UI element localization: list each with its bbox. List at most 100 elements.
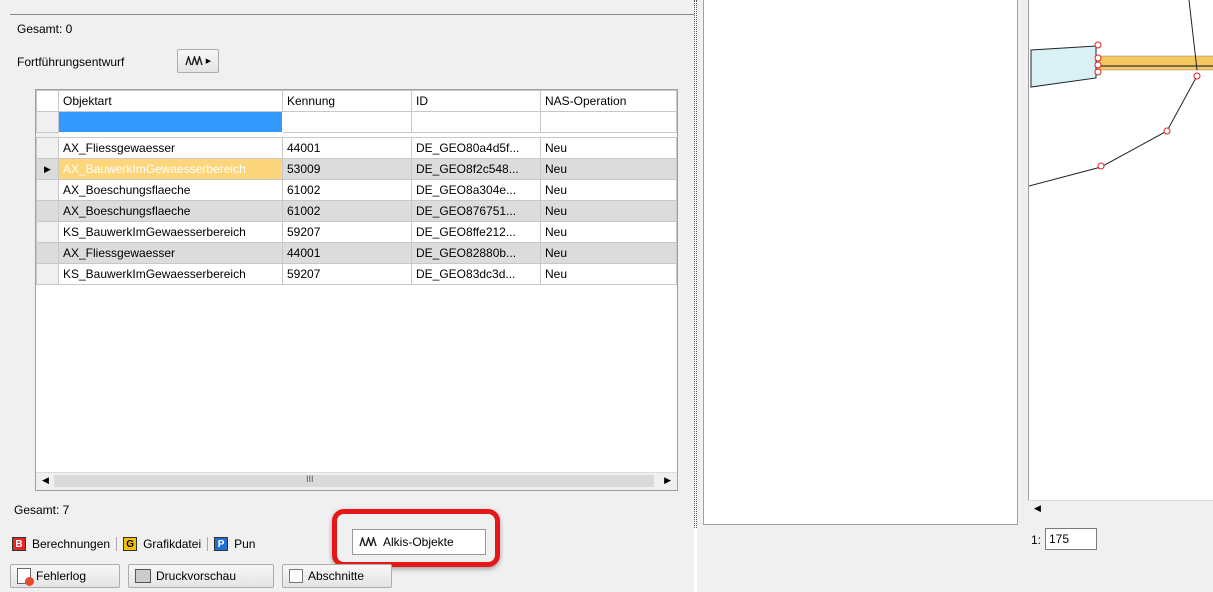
table-row[interactable]: AX_Fliessgewaesser 44001 DE_GEO80a4d5f..… xyxy=(36,137,677,159)
tab-label: Alkis-Objekte xyxy=(383,535,454,549)
cell-id[interactable]: DE_GEO82880b... xyxy=(411,242,541,264)
table-row[interactable]: AX_Fliessgewaesser 44001 DE_GEO82880b...… xyxy=(36,242,677,264)
berechnungen-icon: B xyxy=(12,537,26,551)
scale-prefix: 1: xyxy=(1031,533,1042,547)
water-area xyxy=(1030,45,1097,88)
column-header-id[interactable]: ID xyxy=(411,90,541,112)
row-header[interactable] xyxy=(36,179,59,201)
tab-grafikdatei[interactable]: G Grafikdatei xyxy=(117,537,209,551)
filter-cell-kennung[interactable] xyxy=(282,111,412,133)
tab-label: Berechnungen xyxy=(32,537,111,551)
scroll-left-icon[interactable]: ◀ xyxy=(42,475,49,486)
fehlerlog-button[interactable]: Fehlerlog xyxy=(10,564,120,588)
alkis-icon xyxy=(185,56,203,66)
cell-objektart[interactable]: AX_Boeschungsflaeche xyxy=(58,179,283,201)
grid-corner-cell xyxy=(36,90,59,112)
vertex-point xyxy=(1193,72,1201,80)
map-line xyxy=(1028,75,1198,187)
row-header xyxy=(36,111,59,133)
table-row[interactable]: KS_BauwerkImGewaesserbereich 59207 DE_GE… xyxy=(36,221,677,243)
tab-label: Grafikdatei xyxy=(143,537,202,551)
table-row[interactable]: AX_Boeschungsflaeche 61002 DE_GEO876751.… xyxy=(36,200,677,222)
fehlerlog-label: Fehlerlog xyxy=(36,569,87,583)
vertex-point xyxy=(1094,61,1102,69)
cell-kennung[interactable]: 44001 xyxy=(282,137,412,159)
cell-id[interactable]: DE_GEO8f2c548... xyxy=(411,158,541,180)
cell-id[interactable]: DE_GEO83dc3d... xyxy=(411,263,541,285)
cell-nas-operation[interactable]: Neu xyxy=(540,200,677,222)
cell-kennung[interactable]: 53009 xyxy=(282,158,412,180)
column-header-kennung[interactable]: Kennung xyxy=(282,90,412,112)
row-header[interactable] xyxy=(36,137,59,159)
gesamt-top-label: Gesamt: 0 xyxy=(17,22,73,36)
grid-horizontal-scrollbar[interactable]: ◀ III ▶ xyxy=(36,472,677,490)
scale-input[interactable]: 175 xyxy=(1045,528,1097,550)
grafikdatei-icon: G xyxy=(123,537,138,551)
scroll-left-icon[interactable]: ◀ xyxy=(1034,503,1041,514)
map-drawing xyxy=(1028,0,1213,187)
cell-objektart[interactable]: KS_BauwerkImGewaesserbereich xyxy=(58,221,283,243)
abschnitte-button[interactable]: Abschnitte xyxy=(282,564,392,588)
cell-objektart[interactable]: AX_BauwerkImGewaesserbereich xyxy=(58,158,283,180)
cell-id[interactable]: DE_GEO876751... xyxy=(411,200,541,222)
cell-kennung[interactable]: 59207 xyxy=(282,221,412,243)
vertex-point xyxy=(1094,41,1102,49)
map-horizontal-scrollbar[interactable]: ◀ xyxy=(1028,500,1213,518)
vertex-point xyxy=(1094,68,1102,76)
column-header-objektart[interactable]: Objektart xyxy=(58,90,283,112)
map-canvas[interactable] xyxy=(1028,0,1213,500)
abschnitte-label: Abschnitte xyxy=(308,569,365,583)
druckvorschau-button[interactable]: Druckvorschau xyxy=(128,564,274,588)
scroll-thumb[interactable] xyxy=(54,475,654,487)
vertex-point xyxy=(1094,54,1102,62)
filter-cell-objektart[interactable] xyxy=(58,111,283,133)
cell-nas-operation[interactable]: Neu xyxy=(540,179,677,201)
cell-nas-operation[interactable]: Neu xyxy=(540,221,677,243)
cell-nas-operation[interactable]: Neu xyxy=(540,158,677,180)
cell-objektart[interactable]: KS_BauwerkImGewaesserbereich xyxy=(58,263,283,285)
cell-kennung[interactable]: 44001 xyxy=(282,242,412,264)
row-header[interactable] xyxy=(36,221,59,243)
druckvorschau-label: Druckvorschau xyxy=(156,569,237,583)
current-row-indicator[interactable]: ▶ xyxy=(36,158,59,180)
fortfuehrung-dropdown-button[interactable]: ▶ xyxy=(177,49,219,73)
cell-objektart[interactable]: AX_Fliessgewaesser xyxy=(58,137,283,159)
column-header-nas-operation[interactable]: NAS-Operation xyxy=(540,90,677,112)
row-header[interactable] xyxy=(36,200,59,222)
row-header[interactable] xyxy=(36,242,59,264)
vertex-point xyxy=(1097,162,1105,170)
cell-nas-operation[interactable]: Neu xyxy=(540,137,677,159)
objects-grid: Objektart Kennung ID NAS-Operation AX_Fl… xyxy=(35,89,678,491)
cell-objektart[interactable]: AX_Fliessgewaesser xyxy=(58,242,283,264)
scale-value: 175 xyxy=(1049,532,1070,546)
grid-header-row: Objektart Kennung ID NAS-Operation xyxy=(36,90,677,112)
filter-cell-nas-operation[interactable] xyxy=(540,111,677,133)
fortfuehrung-label: Fortführungsentwurf xyxy=(17,55,125,69)
filter-row xyxy=(36,111,677,133)
scroll-grip: III xyxy=(306,474,314,484)
table-row[interactable]: KS_BauwerkImGewaesserbereich 59207 DE_GE… xyxy=(36,263,677,285)
cell-id[interactable]: DE_GEO8a304e... xyxy=(411,179,541,201)
tab-alkis-objekte[interactable]: Alkis-Objekte xyxy=(352,529,486,555)
punkte-icon: P xyxy=(214,537,229,551)
tab-label: Pun xyxy=(234,537,256,551)
cell-kennung[interactable]: 61002 xyxy=(282,200,412,222)
cell-objektart[interactable]: AX_Boeschungsflaeche xyxy=(58,200,283,222)
filter-cell-id[interactable] xyxy=(411,111,541,133)
cell-id[interactable]: DE_GEO8ffe212... xyxy=(411,221,541,243)
table-row[interactable]: AX_Boeschungsflaeche 61002 DE_GEO8a304e.… xyxy=(36,179,677,201)
cell-kennung[interactable]: 61002 xyxy=(282,179,412,201)
cell-nas-operation[interactable]: Neu xyxy=(540,242,677,264)
scroll-right-icon[interactable]: ▶ xyxy=(664,475,671,486)
tab-berechnungen[interactable]: B Berechnungen xyxy=(10,537,118,551)
cell-id[interactable]: DE_GEO80a4d5f... xyxy=(411,137,541,159)
top-divider-line xyxy=(10,14,694,15)
cell-nas-operation[interactable]: Neu xyxy=(540,263,677,285)
middle-panel-view xyxy=(703,0,1018,525)
tab-punkte[interactable]: P Pun xyxy=(208,537,261,551)
printer-icon xyxy=(135,569,151,583)
cell-kennung[interactable]: 59207 xyxy=(282,263,412,285)
row-header[interactable] xyxy=(36,263,59,285)
table-row-selected[interactable]: ▶ AX_BauwerkImGewaesserbereich 53009 DE_… xyxy=(36,158,677,180)
vertex-point xyxy=(1163,127,1171,135)
